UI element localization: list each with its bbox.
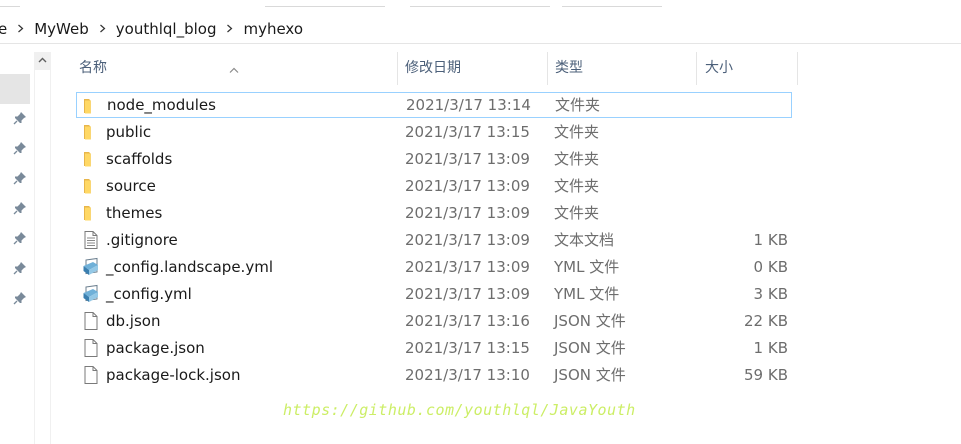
file-type: 文件夹 xyxy=(554,123,600,141)
column-header-size-label: 大小 xyxy=(705,60,733,76)
breadcrumb-item-myhexo[interactable]: myhexo xyxy=(243,20,303,38)
blank-file-icon xyxy=(82,365,100,385)
file-name: db.json xyxy=(106,312,161,330)
file-type: JSON 文件 xyxy=(554,366,626,384)
file-row[interactable]: _config.yml 2021/3/17 13:09 YML 文件 3 KB xyxy=(76,281,792,307)
nav-scrollbar[interactable] xyxy=(34,52,51,444)
scroll-thumb[interactable] xyxy=(34,70,51,444)
pin-icon[interactable] xyxy=(13,200,27,215)
file-name: _config.landscape.yml xyxy=(106,258,273,276)
file-size: 3 KB xyxy=(753,285,788,303)
file-modified-date: 2021/3/17 13:15 xyxy=(405,339,530,357)
column-header-name-label: 名称 xyxy=(79,60,107,76)
chevron-right-icon[interactable] xyxy=(98,24,107,33)
column-header-size[interactable]: 大小 xyxy=(697,52,798,85)
file-row[interactable]: themes 2021/3/17 13:09 文件夹 xyxy=(76,200,792,226)
breadcrumb-item-youthlql-blog[interactable]: youthlql_blog xyxy=(116,20,217,38)
file-row[interactable]: package.json 2021/3/17 13:15 JSON 文件 1 KB xyxy=(76,335,792,361)
column-header-name[interactable]: 名称 xyxy=(51,52,398,85)
file-type: 文件夹 xyxy=(554,177,600,195)
file-name: source xyxy=(106,177,156,195)
file-name: package-lock.json xyxy=(106,366,241,384)
navigation-pane xyxy=(0,44,34,444)
file-name: _config.yml xyxy=(106,285,192,303)
folder-icon xyxy=(82,122,100,142)
folder-icon xyxy=(82,149,100,169)
file-row[interactable]: .gitignore 2021/3/17 13:09 文本文档 1 KB xyxy=(76,227,792,253)
file-name: themes xyxy=(106,204,163,222)
file-modified-date: 2021/3/17 13:09 xyxy=(405,258,530,276)
file-row[interactable]: public 2021/3/17 13:15 文件夹 xyxy=(76,119,792,145)
file-modified-date: 2021/3/17 13:09 xyxy=(405,177,530,195)
file-name: public xyxy=(106,123,152,141)
folder-icon xyxy=(82,203,100,223)
file-modified-date: 2021/3/17 13:14 xyxy=(406,96,531,114)
file-size: 1 KB xyxy=(753,231,788,249)
file-type: 文件夹 xyxy=(555,96,601,114)
yml-file-icon xyxy=(82,284,100,304)
file-type: 文件夹 xyxy=(554,204,600,222)
file-name: .gitignore xyxy=(106,231,178,249)
file-type: YML 文件 xyxy=(554,285,620,303)
file-type: JSON 文件 xyxy=(554,312,626,330)
pin-icon[interactable] xyxy=(13,170,27,185)
file-name: scaffolds xyxy=(106,150,173,168)
file-modified-date: 2021/3/17 13:09 xyxy=(405,285,530,303)
file-name: package.json xyxy=(106,339,205,357)
file-type: JSON 文件 xyxy=(554,339,626,357)
blank-file-icon xyxy=(82,338,100,358)
breadcrumb-item-myweb[interactable]: MyWeb xyxy=(34,20,89,38)
column-header-date-label: 修改日期 xyxy=(405,60,461,76)
file-row[interactable]: scaffolds 2021/3/17 13:09 文件夹 xyxy=(76,146,792,172)
file-modified-date: 2021/3/17 13:16 xyxy=(405,312,530,330)
file-row[interactable]: _config.landscape.yml 2021/3/17 13:09 YML … xyxy=(76,254,792,280)
file-modified-date: 2021/3/17 13:15 xyxy=(405,123,530,141)
breadcrumb-partial[interactable]: e xyxy=(0,20,7,38)
text-document-icon xyxy=(82,230,100,250)
file-row[interactable]: db.json 2021/3/17 13:16 JSON 文件 22 KB xyxy=(76,308,792,334)
file-size: 1 KB xyxy=(753,339,788,357)
watermark-url: https://github.com/youthlql/JavaYouth xyxy=(283,401,636,419)
file-row[interactable]: node_modules 2021/3/17 13:14 文件夹 xyxy=(76,92,792,118)
file-type: 文本文档 xyxy=(554,231,615,249)
file-size: 22 KB xyxy=(744,312,788,330)
file-modified-date: 2021/3/17 13:10 xyxy=(405,366,530,384)
file-size: 0 KB xyxy=(753,258,788,276)
file-modified-date: 2021/3/17 13:09 xyxy=(405,150,530,168)
file-modified-date: 2021/3/17 13:09 xyxy=(405,204,530,222)
file-type: YML 文件 xyxy=(554,258,620,276)
folder-icon xyxy=(82,96,100,116)
pin-icon[interactable] xyxy=(13,140,27,155)
column-header-type-label: 类型 xyxy=(555,60,583,76)
file-row[interactable]: package-lock.json 2021/3/17 13:10 JSON 文件 5… xyxy=(76,362,792,388)
nav-item-selected[interactable] xyxy=(0,74,30,104)
blank-file-icon xyxy=(82,311,100,331)
pin-icon[interactable] xyxy=(13,230,27,245)
sort-ascending-icon xyxy=(229,53,239,85)
address-bar[interactable]: e MyWeb youthlql_blog myhexo xyxy=(0,14,961,44)
folder-icon xyxy=(82,176,100,196)
scroll-up-button[interactable] xyxy=(34,52,51,69)
file-name: node_modules xyxy=(107,96,216,114)
pin-icon[interactable] xyxy=(13,290,27,305)
pin-icon[interactable] xyxy=(13,110,27,125)
column-header-date[interactable]: 修改日期 xyxy=(398,52,548,85)
file-type: 文件夹 xyxy=(554,150,600,168)
yml-file-icon xyxy=(82,257,100,277)
chevron-up-icon xyxy=(34,57,51,63)
chevron-right-icon[interactable] xyxy=(225,24,234,33)
pin-icon[interactable] xyxy=(13,260,27,275)
ribbon-remnant xyxy=(0,0,961,14)
file-row[interactable]: source 2021/3/17 13:09 文件夹 xyxy=(76,173,792,199)
column-header-type[interactable]: 类型 xyxy=(548,52,697,85)
file-modified-date: 2021/3/17 13:09 xyxy=(405,231,530,249)
file-size: 59 KB xyxy=(744,366,788,384)
column-header-row: 名称 修改日期 类型 大小 xyxy=(51,52,961,85)
chevron-right-icon[interactable] xyxy=(16,24,25,33)
